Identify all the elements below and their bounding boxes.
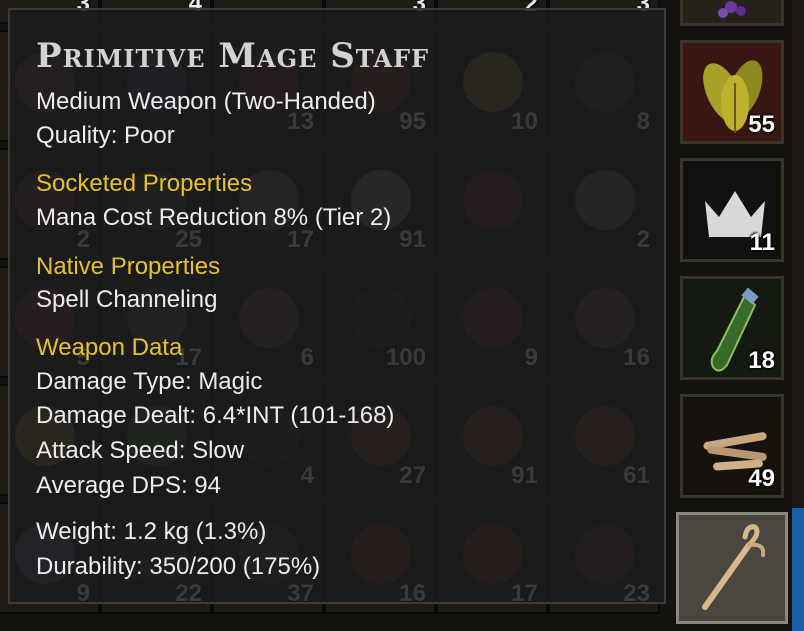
item-durability: Durability: 350/200 (175%) <box>36 553 321 580</box>
attack-speed: Attack Speed: Slow <box>36 437 245 464</box>
inventory-slot-herb-bundle[interactable]: 55 <box>680 40 784 144</box>
mage-staff-icon <box>702 524 766 610</box>
next-column-slot-edge <box>792 508 804 631</box>
socketed-properties-header: Socketed Properties <box>36 170 253 197</box>
damage-type: Damage Type: Magic <box>36 368 263 395</box>
item-count: 18 <box>748 347 775 374</box>
weapon-data-header: Weapon Data <box>36 334 183 361</box>
item-count: 55 <box>748 111 775 138</box>
native-property: Spell Channeling <box>36 286 218 313</box>
inventory-slot-crown[interactable]: 11 <box>680 158 784 262</box>
inventory-slot-herb[interactable] <box>680 0 784 26</box>
inventory-slot-mage-staff-selected[interactable] <box>676 512 788 624</box>
item-quality: Quality: Poor <box>36 122 175 149</box>
inventory-slot-bones[interactable]: 49 <box>680 394 784 498</box>
inventory-slot-potion[interactable]: 18 <box>680 276 784 380</box>
item-weight: Weight: 1.2 kg (1.3%) <box>36 518 267 545</box>
average-dps: Average DPS: 94 <box>36 472 222 499</box>
item-count: 49 <box>748 465 775 492</box>
item-name: Primitive Mage Staff <box>36 36 430 76</box>
item-count: 11 <box>749 229 775 256</box>
native-properties-header: Native Properties <box>36 253 221 280</box>
flower-icon <box>718 1 746 18</box>
socketed-property: Mana Cost Reduction 8% (Tier 2) <box>36 204 392 231</box>
item-type: Medium Weapon (Two-Handed) <box>36 88 376 115</box>
damage-dealt: Damage Dealt: 6.4*INT (101-168) <box>36 402 395 429</box>
item-tooltip: Primitive Mage Staff Medium Weapon (Two-… <box>8 8 666 604</box>
next-column-strip <box>792 0 804 508</box>
